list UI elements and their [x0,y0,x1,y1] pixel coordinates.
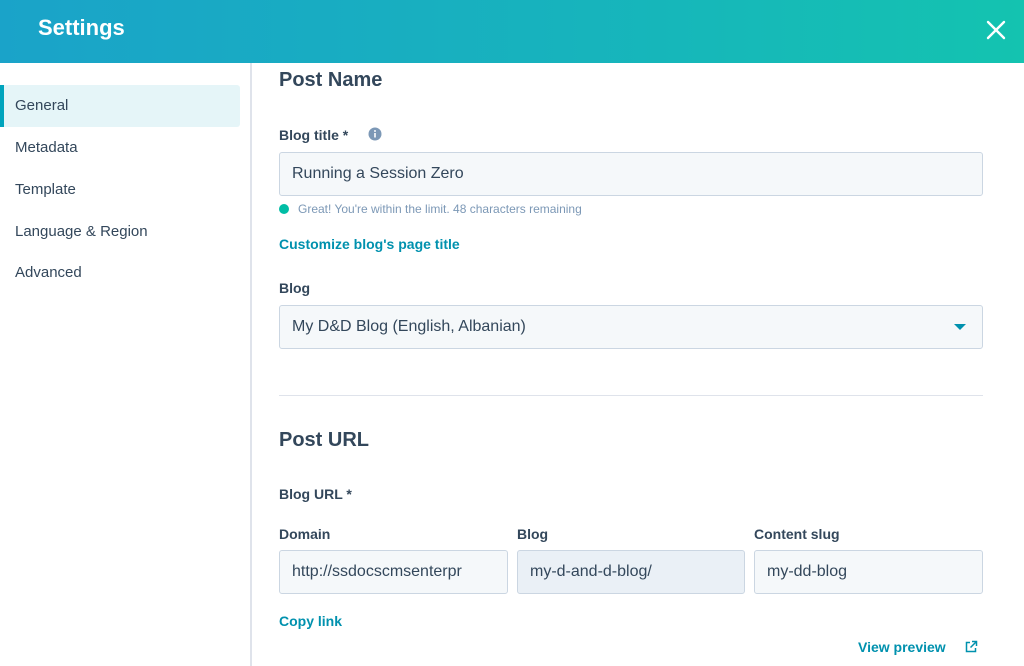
blog-path-value: my-d-and-d-blog/ [530,563,652,580]
blog-title-label: Blog title * [279,127,349,143]
content-slug-value: my-dd-blog [767,563,848,580]
post-url-heading: Post URL [279,429,369,451]
copy-link[interactable]: Copy link [279,613,342,629]
sidebar-item-advanced[interactable]: Advanced [2,252,240,294]
blog-title-input[interactable]: Running a Session Zero [279,152,983,196]
blog-path-field: my-d-and-d-blog/ [517,550,745,594]
blog-url-label: Blog URL * [279,486,352,502]
character-limit-text: Great! You're within the limit. 48 chara… [298,202,582,216]
settings-title: Settings [38,15,125,40]
info-icon[interactable] [368,127,382,141]
domain-value: http://ssdocscmsenterpr [292,563,462,580]
success-dot-icon [279,204,289,214]
external-link-icon [965,640,978,653]
view-preview-label: View preview [858,639,946,655]
blog-select[interactable]: My D&D Blog (English, Albanian) [279,305,983,349]
domain-label: Domain [279,526,331,542]
customize-page-title-link[interactable]: Customize blog's page title [279,236,460,252]
content-slug-input[interactable]: my-dd-blog [754,550,983,594]
view-preview-link[interactable]: View preview [858,639,946,655]
chevron-down-icon [954,324,966,330]
blog-select-value: My D&D Blog (English, Albanian) [292,318,526,335]
section-divider [279,395,983,396]
blog-label: Blog [279,280,311,296]
character-limit-hint: Great! You're within the limit. 48 chara… [279,202,582,216]
post-name-heading: Post Name [279,69,383,91]
close-button[interactable] [978,12,1014,48]
settings-main: Post Name Blog title * Running a Session… [254,63,1024,666]
sidebar-item-template[interactable]: Template [2,169,240,211]
close-icon [986,20,1006,40]
sidebar-item-metadata[interactable]: Metadata [2,127,240,169]
settings-header: Settings [0,0,1024,63]
url-blog-label: Blog [517,526,549,542]
domain-field: http://ssdocscmsenterpr [279,550,508,594]
settings-sidebar: General Metadata Template Language & Reg… [0,63,252,666]
content-slug-label: Content slug [754,526,840,542]
sidebar-item-general[interactable]: General [0,85,240,127]
sidebar-item-language-region[interactable]: Language & Region [2,211,240,253]
blog-title-value: Running a Session Zero [292,165,464,182]
